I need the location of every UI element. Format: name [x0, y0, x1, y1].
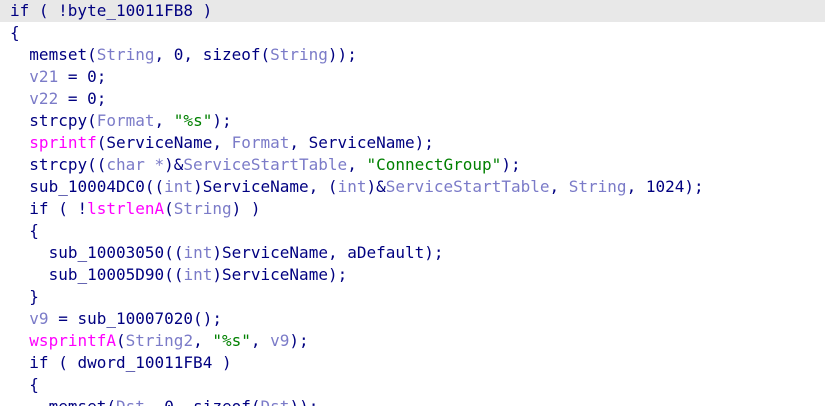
code-line[interactable]: v22 = 0;: [0, 88, 825, 110]
code-token: ) ): [231, 199, 261, 218]
code-token: lstrlenA: [87, 199, 165, 218]
code-token: String: [568, 177, 627, 196]
code-token: if ( !byte_10011FB8 ): [10, 1, 213, 20]
code-token: ,: [250, 331, 271, 350]
code-line[interactable]: }: [0, 286, 825, 308]
code-token: );: [289, 331, 309, 350]
code-token: memset(: [49, 397, 116, 406]
code-token: sprintf: [29, 133, 97, 152]
code-token: if ( !: [29, 199, 88, 218]
code-token: Format: [96, 111, 155, 130]
code-line[interactable]: if ( dword_10011FB4 ): [0, 352, 825, 374]
code-token: String: [96, 45, 155, 64]
code-line[interactable]: memset(Dst, 0, sizeof(Dst));: [0, 396, 825, 406]
code-token: v22: [29, 89, 59, 108]
code-token: )&: [164, 155, 184, 174]
code-line[interactable]: v21 = 0;: [0, 66, 825, 88]
code-token: ServiceStartTable: [385, 177, 550, 196]
code-token: char *: [106, 155, 165, 174]
code-token: (ServiceName,: [96, 133, 232, 152]
code-token: strcpy(: [29, 111, 97, 130]
code-token: , 0, sizeof(: [154, 45, 271, 64]
code-token: "%s": [173, 111, 213, 130]
code-token: v21: [29, 67, 59, 86]
code-token: Dst: [116, 397, 145, 406]
code-line[interactable]: v9 = sub_10007020();: [0, 308, 825, 330]
code-line[interactable]: sub_10004DC0((int)ServiceName, (int)&Ser…: [0, 176, 825, 198]
code-token: ));: [327, 45, 357, 64]
code-token: sub_10005D90((: [48, 265, 184, 284]
code-token: {: [29, 375, 39, 394]
code-token: ,: [347, 155, 367, 174]
code-token: ,: [193, 331, 213, 350]
code-token: )ServiceName);: [212, 265, 348, 284]
code-line[interactable]: if ( !lstrlenA(String) ): [0, 198, 825, 220]
code-token: strcpy((: [29, 155, 107, 174]
code-token: v9: [270, 331, 290, 350]
code-token: );: [501, 155, 521, 174]
code-line[interactable]: sub_10005D90((int)ServiceName);: [0, 264, 825, 286]
code-token: (: [164, 199, 174, 218]
code-token: (: [116, 331, 126, 350]
code-token: , ServiceName);: [289, 133, 434, 152]
code-token: ServiceStartTable: [183, 155, 348, 174]
code-token: = sub_10007020();: [48, 309, 222, 328]
code-token: if ( dword_10011FB4 ): [29, 353, 232, 372]
code-token: v9: [29, 309, 49, 328]
code-token: ,: [549, 177, 569, 196]
pseudocode-view[interactable]: if ( !byte_10011FB8 ){memset(String, 0, …: [0, 0, 825, 406]
code-token: );: [212, 111, 232, 130]
code-token: memset(: [29, 45, 97, 64]
code-line[interactable]: {: [0, 374, 825, 396]
code-line[interactable]: memset(String, 0, sizeof(String));: [0, 44, 825, 66]
code-token: wsprintfA: [29, 331, 116, 350]
code-token: String: [173, 199, 232, 218]
code-token: {: [10, 23, 20, 42]
code-token: )ServiceName, aDefault);: [212, 243, 444, 262]
code-token: int: [164, 177, 194, 196]
code-line[interactable]: {: [0, 22, 825, 44]
code-line[interactable]: strcpy(Format, "%s");: [0, 110, 825, 132]
code-token: int: [183, 243, 213, 262]
code-line[interactable]: wsprintfA(String2, "%s", v9);: [0, 330, 825, 352]
code-token: String: [270, 45, 328, 64]
code-token: )ServiceName, (: [193, 177, 338, 196]
code-token: ));: [289, 397, 318, 406]
code-token: = 0;: [58, 89, 107, 108]
code-token: "%s": [212, 331, 251, 350]
code-token: {: [29, 221, 39, 240]
code-line[interactable]: {: [0, 220, 825, 242]
code-token: }: [29, 287, 39, 306]
code-token: ,: [154, 111, 174, 130]
code-token: Format: [231, 133, 290, 152]
code-token: String2: [125, 331, 194, 350]
code-line[interactable]: if ( !byte_10011FB8 ): [0, 0, 825, 22]
code-line[interactable]: strcpy((char *)&ServiceStartTable, "Conn…: [0, 154, 825, 176]
code-token: = 0;: [58, 67, 107, 86]
code-token: "ConnectGroup": [366, 155, 502, 174]
code-token: sub_10004DC0((: [29, 177, 165, 196]
code-line[interactable]: sub_10003050((int)ServiceName, aDefault)…: [0, 242, 825, 264]
code-token: int: [337, 177, 367, 196]
code-token: , 1024);: [626, 177, 704, 196]
code-token: int: [183, 265, 213, 284]
code-token: sub_10003050((: [48, 243, 184, 262]
code-token: )&: [366, 177, 386, 196]
code-token: Dst: [261, 397, 290, 406]
code-line[interactable]: sprintf(ServiceName, Format, ServiceName…: [0, 132, 825, 154]
code-token: , 0, sizeof(: [145, 397, 261, 406]
